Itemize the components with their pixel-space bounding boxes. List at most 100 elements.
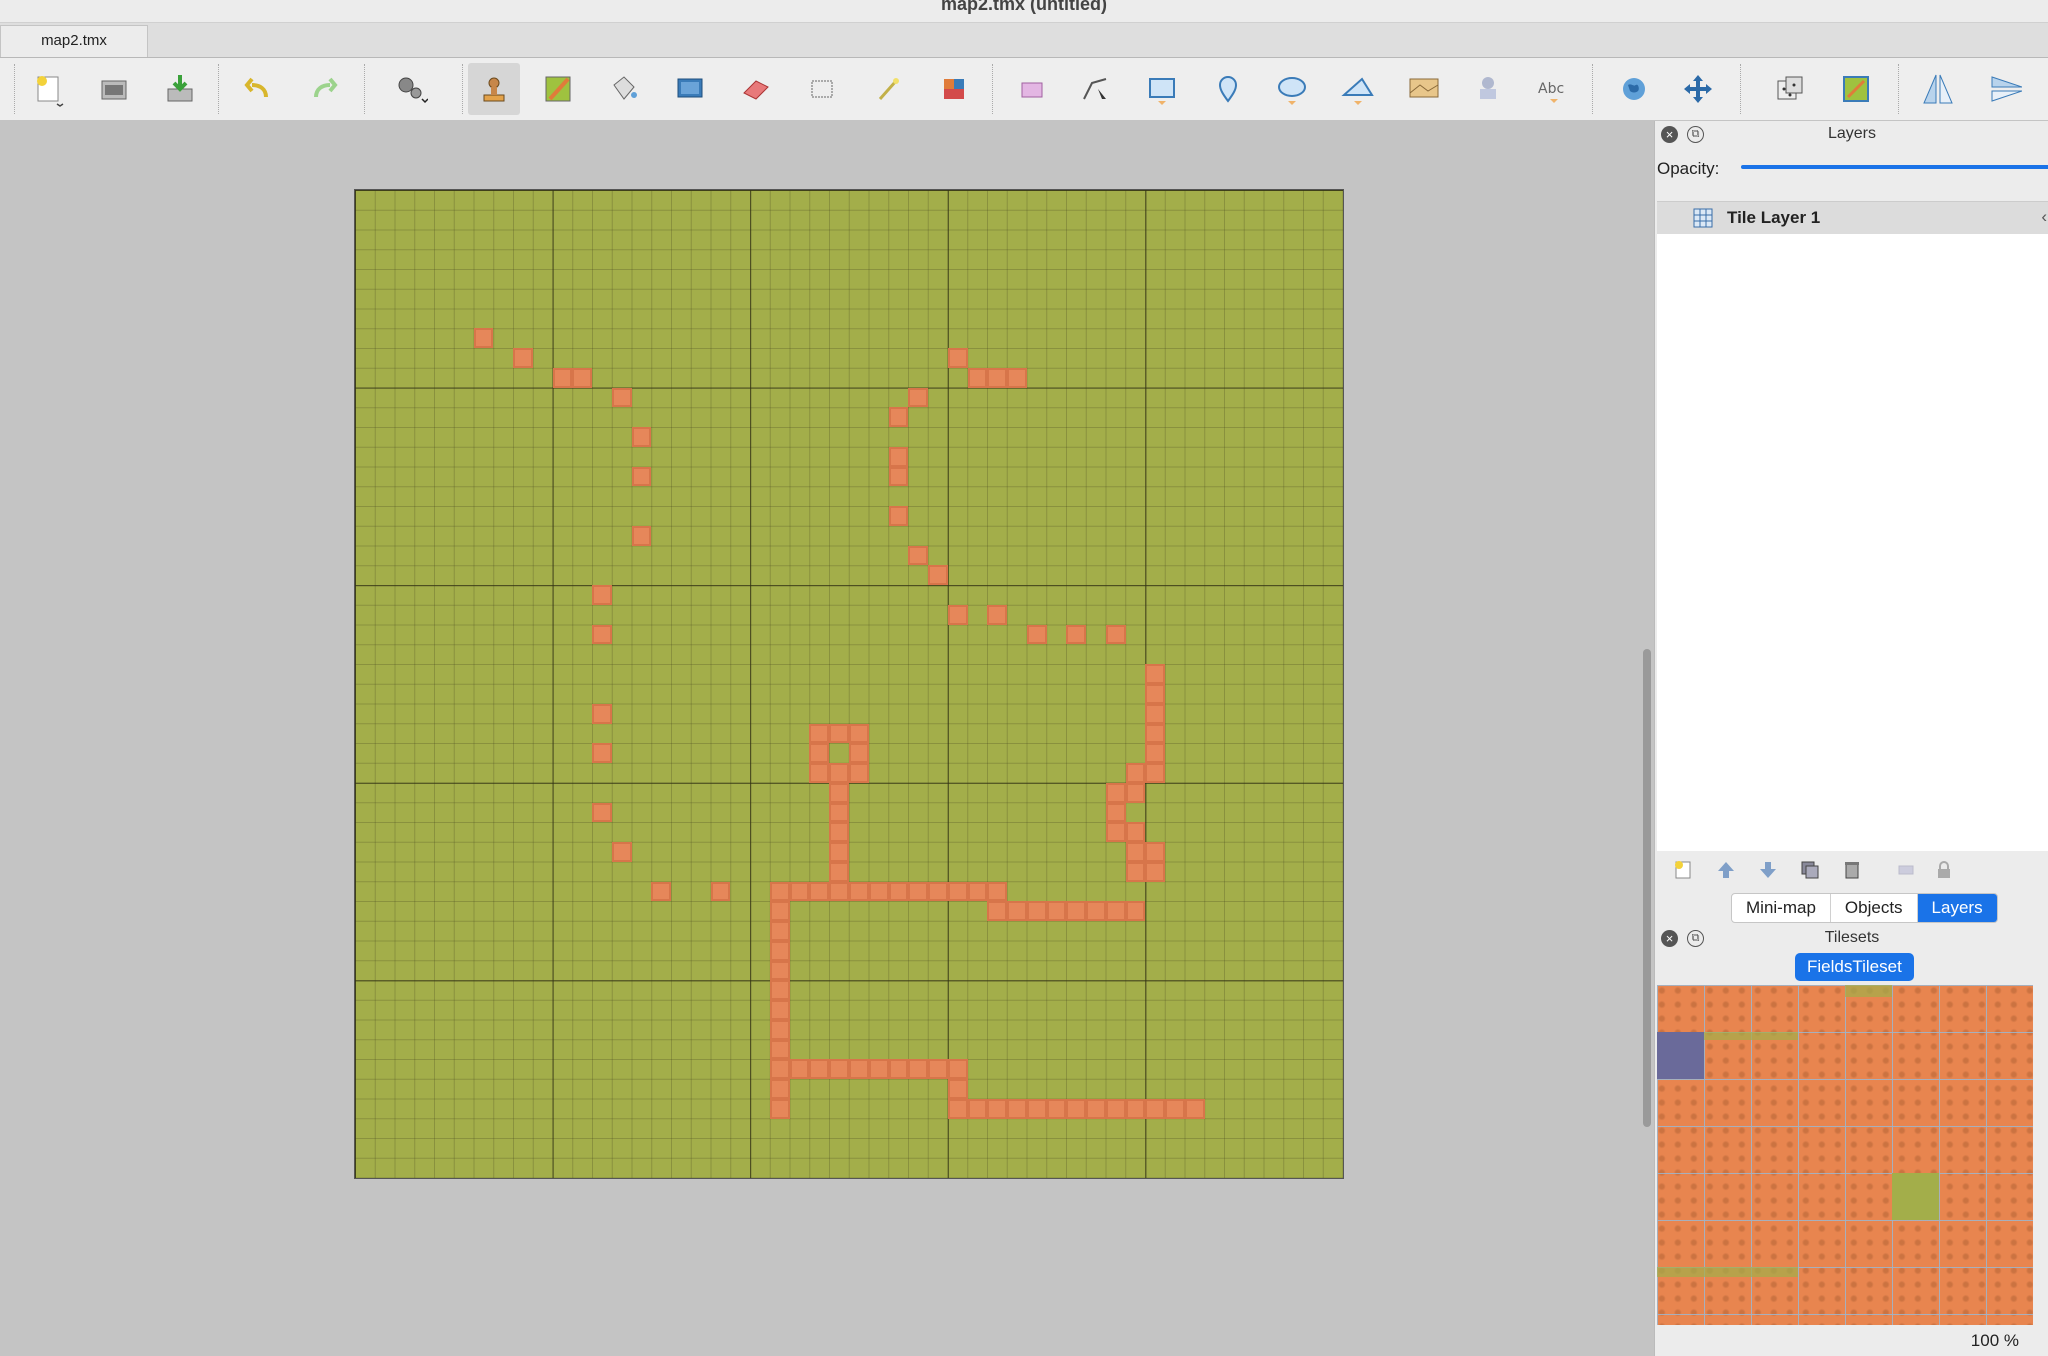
map-tile[interactable] <box>769 980 790 1001</box>
map-canvas[interactable] <box>0 121 1652 1356</box>
bucket-fill-button[interactable] <box>598 63 650 115</box>
map-tile[interactable] <box>1165 1098 1185 1119</box>
map-tile[interactable] <box>888 446 909 467</box>
map-tile[interactable] <box>1026 1098 1047 1119</box>
map-tile[interactable] <box>888 881 909 902</box>
map-tile[interactable] <box>769 921 790 941</box>
map-tile[interactable] <box>1007 901 1027 922</box>
map-tile[interactable] <box>1145 1098 1166 1119</box>
terrain-brush-button[interactable] <box>532 63 584 115</box>
map-tile[interactable] <box>1145 743 1166 764</box>
map-tile[interactable] <box>1125 1098 1146 1119</box>
redo-button[interactable] <box>298 63 350 115</box>
map-tile[interactable] <box>1007 1098 1027 1119</box>
map-tile[interactable] <box>849 763 869 783</box>
map-tile[interactable] <box>829 842 849 862</box>
map-tile[interactable] <box>908 1059 929 1080</box>
raise-layer-icon[interactable] <box>1715 859 1737 881</box>
map-tile[interactable] <box>908 881 929 902</box>
map-tile[interactable] <box>769 901 790 922</box>
layer-row[interactable]: Tile Layer 1 ‹ <box>1657 202 2048 234</box>
map-tile[interactable] <box>947 1079 968 1099</box>
map-tile[interactable] <box>987 604 1008 625</box>
map-tile[interactable] <box>631 525 652 546</box>
map-tile[interactable] <box>1125 901 1146 922</box>
map-tile[interactable] <box>1145 861 1166 882</box>
map-tile[interactable] <box>611 387 632 408</box>
map-tile[interactable] <box>473 328 494 349</box>
select-objects-button[interactable] <box>1006 63 1058 115</box>
insert-template-button[interactable] <box>1462 63 1514 115</box>
map-tile[interactable] <box>1125 861 1146 882</box>
map-tile[interactable] <box>769 1098 790 1119</box>
shape-fill-button[interactable] <box>664 63 716 115</box>
map-tile[interactable] <box>868 881 889 902</box>
map-tile[interactable] <box>829 802 849 823</box>
map-tile[interactable] <box>868 1059 889 1080</box>
map-tile[interactable] <box>1086 1098 1106 1119</box>
map-tile[interactable] <box>967 367 988 388</box>
tileset-tab[interactable]: FieldsTileset <box>1795 953 1914 981</box>
map-tile[interactable] <box>789 1059 810 1080</box>
map-tile[interactable] <box>1125 782 1146 803</box>
selected-tile[interactable] <box>1657 1032 1704 1079</box>
map-tile[interactable] <box>849 723 869 744</box>
map-tile[interactable] <box>789 881 810 902</box>
map-tile[interactable] <box>1105 802 1126 823</box>
map-tile[interactable] <box>809 723 830 744</box>
tab-mini-map[interactable]: Mini-map <box>1732 894 1831 922</box>
select-same-tile-button[interactable] <box>928 63 980 115</box>
map-tile[interactable] <box>592 585 612 605</box>
map-tile[interactable] <box>631 427 652 447</box>
map-tile[interactable] <box>1066 624 1087 645</box>
map-tile[interactable] <box>769 1039 790 1060</box>
opacity-slider[interactable] <box>1741 165 2048 169</box>
insert-ellipse-button[interactable] <box>1266 63 1318 115</box>
map-tile[interactable] <box>888 466 909 487</box>
map-tile[interactable] <box>769 1079 790 1099</box>
map-tile[interactable] <box>987 901 1008 922</box>
map-tile[interactable] <box>1125 763 1146 783</box>
map-tile[interactable] <box>947 881 968 902</box>
map-tile[interactable] <box>829 881 849 902</box>
map-tile[interactable] <box>1125 842 1146 862</box>
map-tile[interactable] <box>947 348 968 368</box>
map-tile[interactable] <box>513 348 533 368</box>
map-tile[interactable] <box>908 545 929 566</box>
insert-polygon-button[interactable] <box>1332 63 1384 115</box>
map-tile[interactable] <box>769 1059 790 1080</box>
map-tile[interactable] <box>552 367 573 388</box>
map-tile[interactable] <box>888 407 909 428</box>
map-tile[interactable] <box>1105 901 1126 922</box>
map-tile[interactable] <box>1145 842 1166 862</box>
commands-button[interactable] <box>384 63 436 115</box>
map-tile[interactable] <box>987 1098 1008 1119</box>
map-tile[interactable] <box>592 624 612 645</box>
save-map-button[interactable] <box>154 63 206 115</box>
map-tile[interactable] <box>769 960 790 981</box>
map-tile[interactable] <box>1105 822 1126 843</box>
map-tile[interactable] <box>1007 367 1027 388</box>
map-tile[interactable] <box>967 881 988 902</box>
wang-fill-button[interactable] <box>1830 63 1882 115</box>
document-tab[interactable]: map2.tmx <box>0 25 148 57</box>
map-tile[interactable] <box>651 881 672 902</box>
chevron-left-icon[interactable]: ‹ <box>2041 207 2047 227</box>
map-tile[interactable] <box>1046 901 1067 922</box>
map-tile[interactable] <box>888 1059 909 1080</box>
map-tile[interactable] <box>1145 763 1166 783</box>
map-tile[interactable] <box>947 1098 968 1119</box>
map-tile[interactable] <box>1105 782 1126 803</box>
duplicate-layer-icon[interactable] <box>1799 859 1821 881</box>
map-tile[interactable] <box>849 1059 869 1080</box>
zoom-level[interactable]: 100 % <box>1971 1331 2019 1351</box>
map-tile[interactable] <box>1145 703 1166 724</box>
rectangular-select-button[interactable] <box>796 63 848 115</box>
tab-objects[interactable]: Objects <box>1831 894 1918 922</box>
undo-button[interactable] <box>232 63 284 115</box>
new-map-button[interactable] <box>22 63 74 115</box>
map-tile[interactable] <box>809 1059 830 1080</box>
map-tile[interactable] <box>928 881 948 902</box>
move-tool-button[interactable] <box>1672 63 1724 115</box>
eraser-button[interactable] <box>730 63 782 115</box>
